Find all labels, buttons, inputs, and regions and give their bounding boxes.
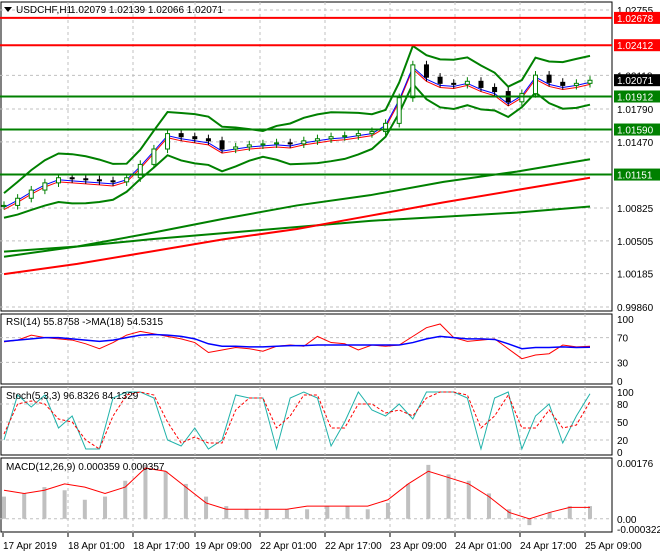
candle: [314, 138, 320, 142]
time-axis-label: 18 Apr 01:00: [68, 541, 125, 552]
time-axis-label: 22 Apr 17:00: [325, 541, 382, 552]
candle: [560, 81, 566, 86]
stoch-tick-label: 50: [617, 418, 629, 429]
stoch-tick-label: 80: [617, 400, 629, 411]
candle: [287, 142, 293, 145]
time-axis-label: 22 Apr 01:00: [260, 541, 317, 552]
candle: [464, 80, 470, 85]
stoch-tick-label: 20: [617, 436, 629, 447]
time-axis-label: 24 Apr 17:00: [520, 541, 577, 552]
rsi-title: RSI(14) 55.8758 ->MA(18) 54.5315: [6, 317, 163, 328]
rsi-tick-label: 0: [617, 377, 623, 388]
candle: [219, 140, 225, 150]
current-price-label: 1.02071: [617, 76, 654, 87]
price-tick-label: 1.00505: [617, 237, 654, 248]
candle: [137, 163, 143, 179]
candle: [165, 133, 171, 150]
candle: [246, 144, 252, 148]
symbol-title: USDCHF,H1: [16, 5, 73, 16]
macd-tick-label: 0.00176: [617, 459, 654, 470]
stoch-tick-label: 100: [617, 388, 634, 399]
candle: [192, 136, 198, 140]
candle: [233, 146, 239, 150]
price-tick-label: 1.00825: [617, 204, 654, 215]
candle: [519, 93, 525, 103]
candle: [410, 64, 416, 99]
candle: [96, 179, 102, 182]
level-label: 1.01912: [617, 92, 654, 103]
rsi-tick-label: 30: [617, 358, 629, 369]
candle: [451, 82, 457, 85]
rsi-tick-label: 100: [617, 315, 634, 326]
level-label: 1.02412: [617, 41, 654, 52]
candle: [110, 180, 116, 183]
candle: [69, 177, 75, 180]
candle: [1, 204, 7, 207]
stoch-tick-label: 0: [617, 448, 623, 459]
candle: [573, 82, 579, 86]
chart-canvas[interactable]: 1.027551.021181.017901.014701.008251.005…: [0, 0, 660, 560]
time-axis-label: 25 Apr 09:00: [585, 541, 642, 552]
time-axis-label: 18 Apr 17:00: [133, 541, 190, 552]
time-axis-label: 23 Apr 09:00: [390, 541, 447, 552]
candle: [423, 64, 429, 78]
candle: [42, 182, 48, 191]
macd-title: MACD(12,26,9) 0.000359 0.000357: [6, 462, 165, 473]
level-label: 1.01151: [617, 171, 653, 182]
candle: [274, 142, 280, 145]
candle: [342, 135, 348, 138]
trading-chart-window: 1.027551.021181.017901.014701.008251.005…: [0, 0, 660, 560]
time-axis-label: 24 Apr 01:00: [455, 541, 512, 552]
candle: [83, 178, 89, 181]
candle: [124, 177, 130, 183]
price-tick-label: 1.01470: [617, 138, 654, 149]
candle: [478, 80, 484, 88]
price-tick-label: 0.99860: [617, 303, 654, 314]
candle: [28, 189, 34, 199]
candle: [437, 76, 443, 84]
candle: [492, 86, 498, 93]
time-axis-label: 17 Apr 2019: [3, 541, 57, 552]
candle: [178, 133, 184, 138]
candle: [396, 97, 402, 124]
candle: [355, 133, 361, 137]
price-tick-label: 1.01790: [617, 105, 654, 116]
candle: [587, 79, 593, 84]
candle: [328, 136, 334, 140]
candle: [546, 74, 552, 83]
candle: [15, 197, 21, 206]
candle: [151, 148, 157, 165]
stoch-title: Stoch(5,3,3) 96.8326 84.1329: [6, 391, 139, 402]
level-label: 1.01590: [617, 126, 654, 137]
candle: [532, 74, 538, 95]
macd-tick-label: -0.000322: [617, 525, 660, 536]
rsi-tick-label: 70: [617, 334, 629, 345]
candle: [301, 140, 307, 145]
level-label: 1.02678: [617, 14, 654, 25]
ohlc-values: 1.02079 1.02139 1.02066 1.02071: [70, 5, 223, 16]
panel-frame: [0, 1, 613, 312]
price-tick-label: 1.00185: [617, 270, 654, 281]
candle: [205, 138, 211, 142]
candle: [260, 143, 266, 146]
candle: [369, 131, 375, 135]
candle: [56, 177, 62, 184]
time-axis-label: 19 Apr 09:00: [195, 541, 252, 552]
